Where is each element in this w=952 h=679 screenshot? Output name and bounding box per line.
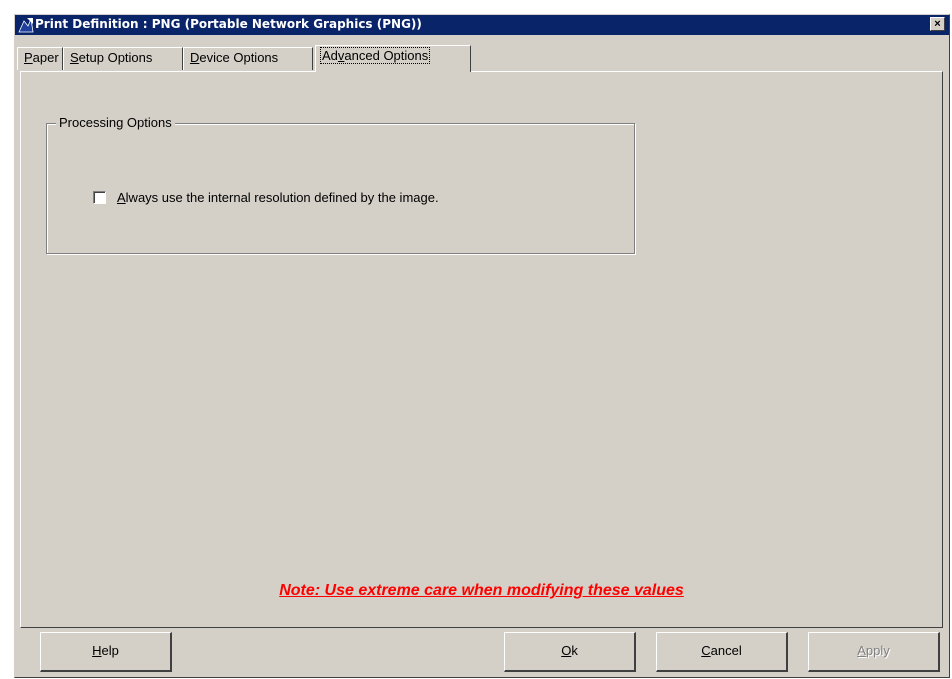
cancel-button[interactable]: Cancel	[656, 632, 788, 672]
close-button[interactable]: ×	[930, 17, 945, 31]
tab-setup-options[interactable]: Setup Options	[63, 47, 183, 70]
close-icon: ×	[934, 18, 941, 30]
tab-advanced-options[interactable]: Advanced Options	[315, 45, 471, 72]
print-definition-dialog: Print Definition : PNG (Portable Network…	[14, 14, 950, 678]
checkbox-label[interactable]: Always use the internal resolution defin…	[117, 190, 439, 205]
advanced-options-panel: Processing Options Always use the intern…	[20, 71, 943, 628]
window-title: Print Definition : PNG (Portable Network…	[35, 17, 422, 31]
processing-options-group: Processing Options Always use the intern…	[46, 115, 635, 254]
internal-resolution-checkbox[interactable]	[93, 191, 106, 204]
help-button[interactable]: Help	[40, 632, 172, 672]
ok-button[interactable]: Ok	[504, 632, 636, 672]
printer-app-icon	[18, 17, 34, 33]
apply-button[interactable]: Apply	[808, 632, 940, 672]
group-label: Processing Options	[56, 115, 175, 130]
tab-paper[interactable]: Paper	[17, 47, 63, 70]
warning-note: Note: Use extreme care when modifying th…	[279, 582, 684, 599]
title-bar[interactable]: Print Definition : PNG (Portable Network…	[15, 15, 949, 35]
tab-device-options[interactable]: Device Options	[183, 47, 313, 70]
